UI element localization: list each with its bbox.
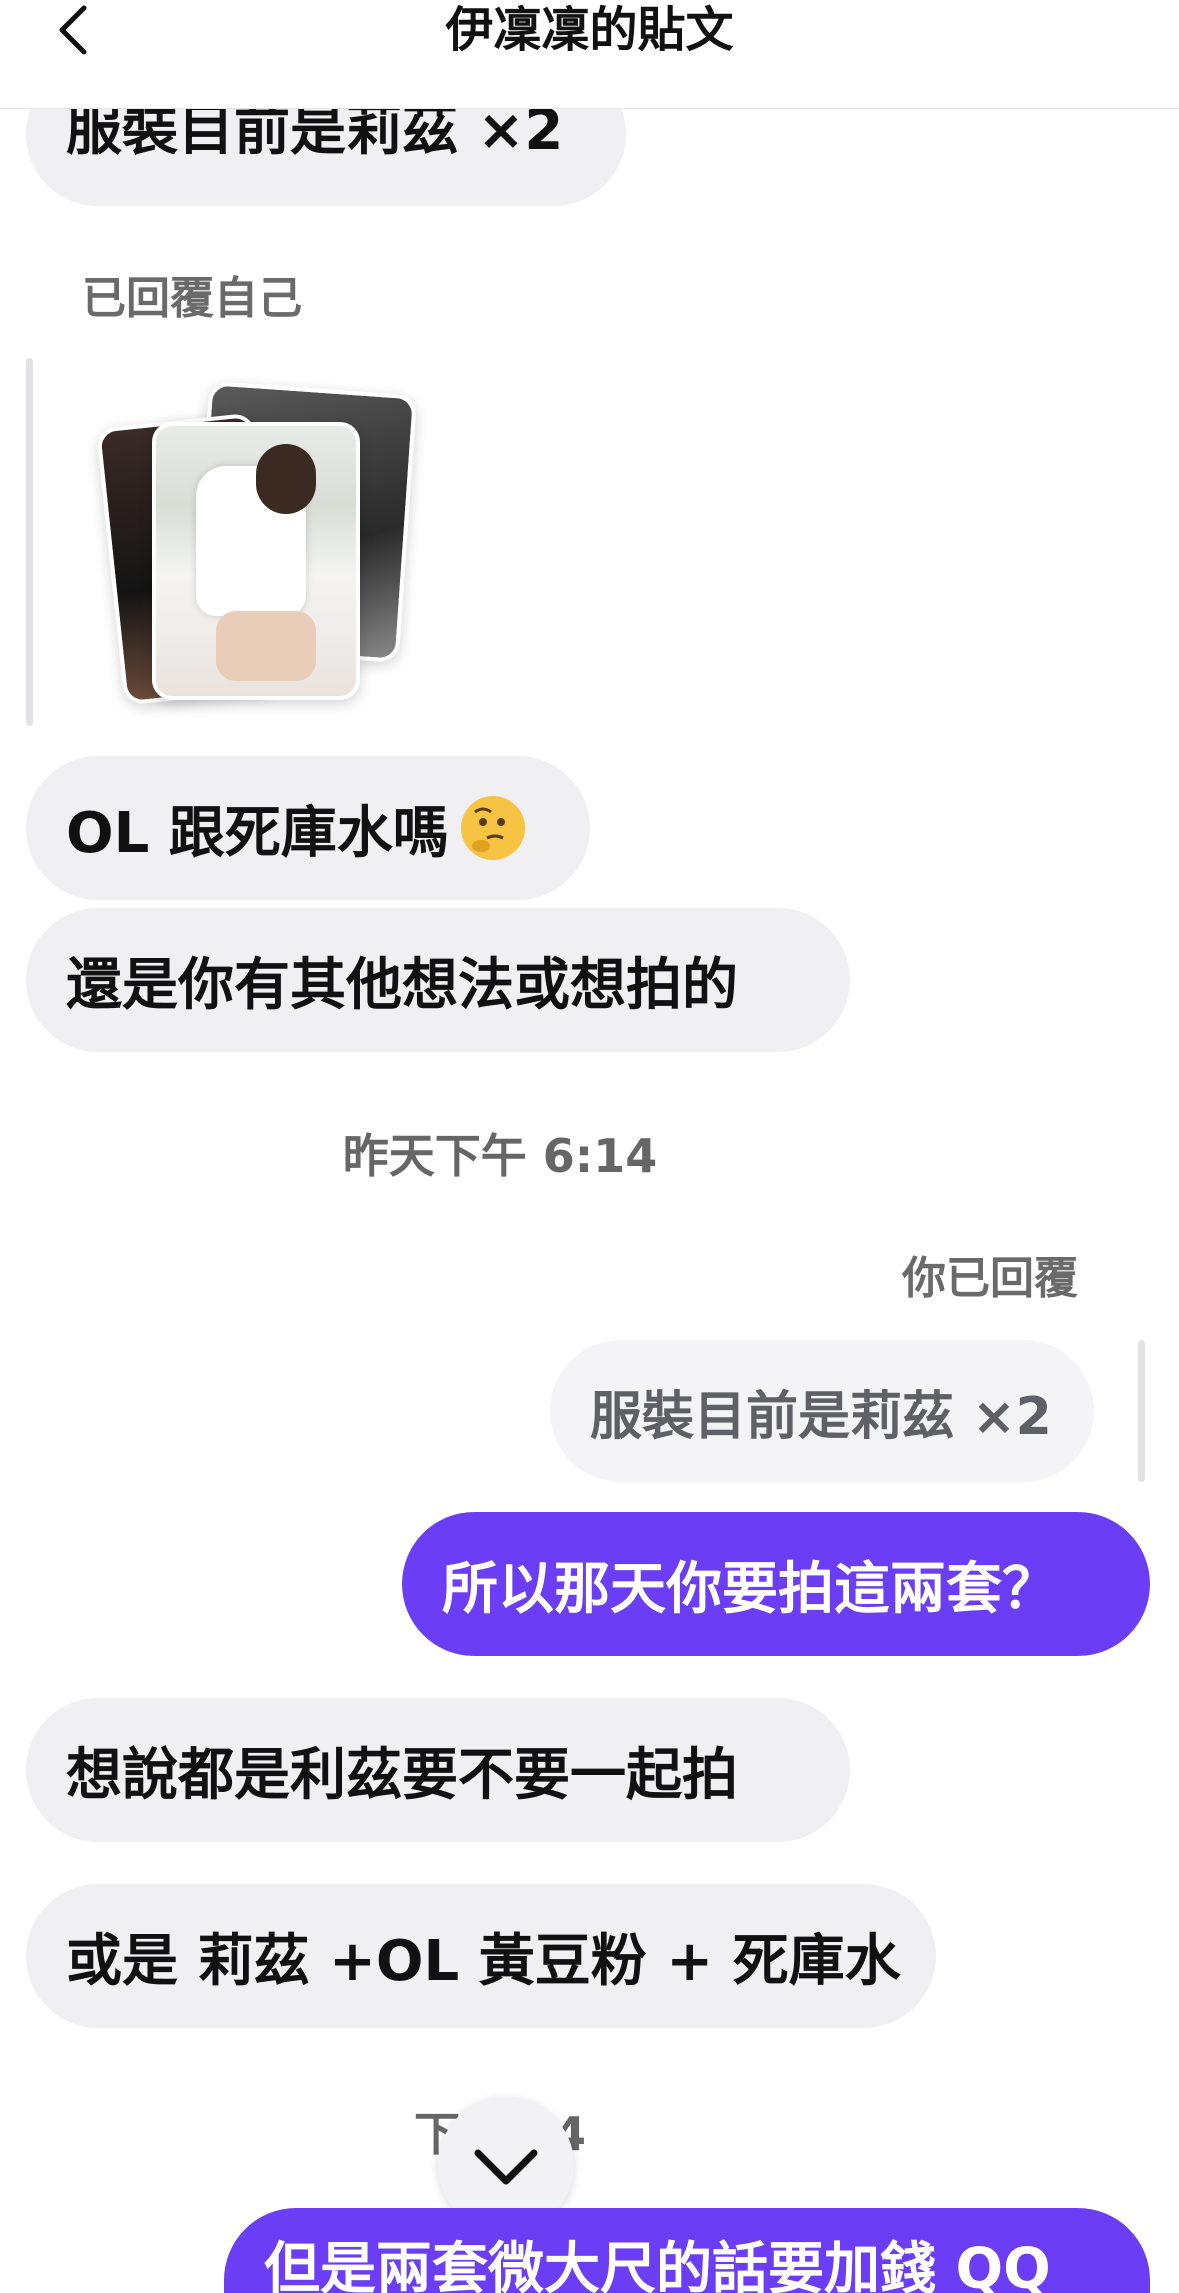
photo-figure-hair [256,444,316,514]
message-bubble-incoming[interactable]: OL 跟死庫水嗎 [26,756,590,900]
message-text: 想說都是利茲要不要一起拍 [66,1742,738,1808]
message-text: 或是 莉茲 +OL 黃豆粉 + 死庫水 [66,1928,901,1994]
photo-front [152,422,360,700]
message-bubble-incoming[interactable]: 想說都是利茲要不要一起拍 [26,1698,850,1842]
image-stack[interactable] [95,380,420,720]
quoted-message[interactable]: 服裝目前是莉茲 ×2 [550,1340,1094,1482]
message-text: 還是你有其他想法或想拍的 [66,952,738,1018]
message-bubble-outgoing[interactable]: 但是兩套微大尺的話要加錢 QQ [224,2208,1150,2293]
quoted-text: 服裝目前是莉茲 ×2 [590,1386,1052,1447]
message-bubble-incoming[interactable]: 或是 莉茲 +OL 黃豆粉 + 死庫水 [26,1884,936,2028]
message-bubble-outgoing[interactable]: 所以那天你要拍這兩套？ [402,1512,1150,1656]
photo-figure-legs [216,611,316,681]
page-title: 伊凜凜的貼文 [445,2,734,58]
top-nav-bar: 伊凜凜的貼文 [0,0,1179,109]
message-text: 所以那天你要拍這兩套？ [442,1556,1058,1622]
message-bubble-incoming[interactable]: 還是你有其他想法或想拍的 [26,908,850,1052]
reply-label: 已回覆自己 [82,273,302,324]
quote-bar [26,358,33,726]
quote-bar [1138,1340,1145,1482]
reply-label: 你已回覆 [902,1253,1078,1304]
message-text: 但是兩套微大尺的話要加錢 QQ [264,2237,1051,2293]
message-text: OL 跟死庫水嗎 [66,800,449,866]
timestamp: 昨天下午 6:14 [342,1129,658,1183]
thinking-face-emoji [460,796,525,860]
